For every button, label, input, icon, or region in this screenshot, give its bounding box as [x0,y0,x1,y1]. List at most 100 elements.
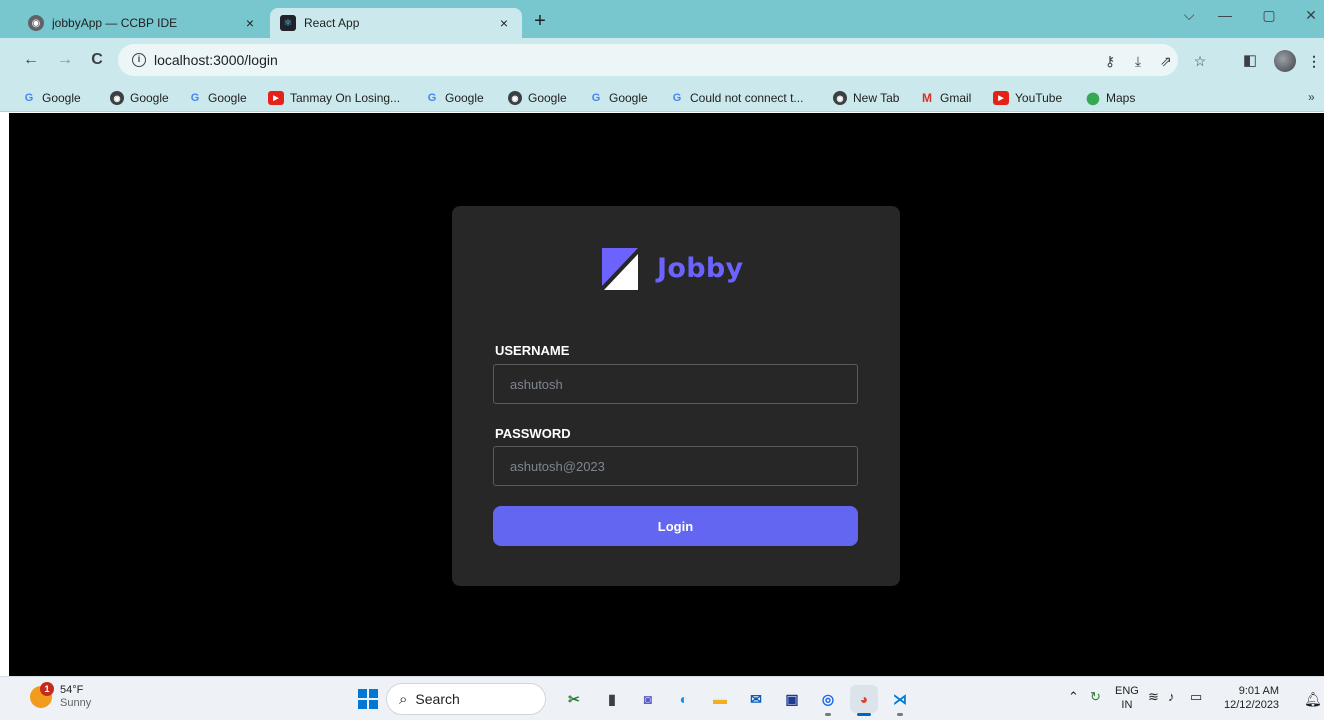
bookmark-google[interactable]: ◉ Google [508,89,567,107]
close-window-button[interactable]: ✕ [1298,7,1324,29]
bookmark-google[interactable]: G Google [22,89,81,107]
vscode-icon[interactable]: ⋊ [886,685,914,716]
bookmark-tanmay[interactable]: ▶ Tanmay On Losing... [268,89,400,107]
bookmark-label: Gmail [940,91,972,105]
bookmark-label: Google [528,91,567,105]
sun-icon: 1 [30,682,54,708]
username-input[interactable] [493,364,858,404]
notification-bell-icon[interactable]: 🔔︎ [1304,691,1322,708]
bookmark-gmail[interactable]: M Gmail [920,89,971,107]
install-app-icon[interactable]: ⤓ [1128,51,1148,71]
bookmarks-bar: G Google ◉ Google G Google ▶ Tanmay On Losin… [0,84,1324,112]
task-view-icon[interactable]: ▮ [598,685,626,713]
language-indicator[interactable]: ENG IN [1115,684,1139,712]
restore-button[interactable]: ▢ [1256,7,1282,29]
site-info-icon[interactable]: i [132,53,146,67]
side-panel-icon[interactable]: ◧ [1240,51,1260,71]
reload-icon[interactable]: C [86,49,108,71]
share-icon[interactable]: ⇗ [1156,51,1176,71]
react-icon: ⚛ [280,15,296,31]
sync-icon[interactable]: ↻ [1090,689,1101,705]
globe-icon: ◉ [110,91,124,105]
login-button[interactable]: Login [493,506,858,546]
show-hidden-icons-chevron-icon[interactable]: ⌃ [1068,689,1079,705]
language-code: ENG [1115,685,1139,697]
google-icon: G [24,92,34,104]
profile-avatar[interactable] [1274,50,1296,72]
globe-icon: ◉ [833,91,847,105]
kebab-menu-icon[interactable]: ⋮ [1304,51,1324,71]
search-label: Search [415,691,460,707]
clock-time: 9:01 AM [1238,685,1280,697]
taskbar-search[interactable]: ⌕ Search [386,683,546,715]
bookmark-could-not-connect[interactable]: G Could not connect t... [670,89,804,107]
username-label: USERNAME [495,343,570,358]
bookmark-label: Tanmay On Losing... [290,91,401,105]
bookmark-label: Maps [1106,91,1136,105]
weather-widget[interactable]: 1 54°F Sunny [30,682,92,710]
mail-icon[interactable]: ✉ [742,685,770,713]
bookmark-google[interactable]: G Google [425,89,484,107]
teams-chat-icon[interactable]: ◙ [634,685,662,713]
notification-badge: 1 [40,682,54,696]
globe-icon: ◉ [508,91,522,105]
battery-icon[interactable]: ▭ [1190,689,1202,705]
bookmark-label: New Tab [853,91,900,105]
jobby-logo-icon [602,248,638,290]
chrome-icon[interactable]: ◕ [850,685,878,716]
bookmark-new-tab[interactable]: ◉ New Tab [833,89,899,107]
clock-date: 12/12/2023 [1224,699,1280,711]
google-icon: G [427,92,437,104]
system-clock[interactable]: 9:01 AM 12/12/2023 [1224,684,1279,712]
globe-icon: ◉ [28,15,44,31]
tab-close-button[interactable]: × [242,15,258,31]
wifi-icon[interactable]: ≋ [1148,689,1159,705]
forward-arrow-icon[interactable]: → [54,49,76,71]
tab-close-button[interactable]: × [496,15,512,31]
snipping-tool-icon[interactable]: ✂ [560,685,588,713]
gmail-icon: M [922,91,932,105]
docker-icon[interactable]: ◎ [814,685,842,716]
tab-title: jobbyApp — CCBP IDE [52,16,178,30]
bookmark-star-icon[interactable]: ☆ [1190,51,1210,71]
windows-taskbar: 1 54°F Sunny ⌕ Search ✂ ▮ ◙ ◐ ▬ ✉ ▣ ◎ ◕ … [0,676,1324,720]
edge-browser-icon[interactable]: ◐ [670,685,698,713]
more-bookmarks-button[interactable]: » [1308,90,1315,104]
weather-condition: Sunny [60,697,92,709]
bookmark-google[interactable]: G Google [589,89,648,107]
search-icon: ⌕ [399,690,408,708]
youtube-icon: ▶ [993,91,1009,105]
youtube-icon: ▶ [268,91,284,105]
bookmark-label: YouTube [1015,91,1063,105]
new-tab-button[interactable]: + [530,11,550,32]
address-bar[interactable]: i [118,44,1178,76]
tab-jobbyapp-ide[interactable]: ◉ jobbyApp — CCBP IDE × [18,8,268,38]
password-key-icon[interactable]: ⚷ [1100,51,1120,71]
bookmark-label: Google [130,91,169,105]
maps-pin-icon: ⬤ [1086,91,1100,105]
browser-tab-strip: ◉ jobbyApp — CCBP IDE × ⚛ React App × + … [0,0,1324,38]
bookmark-youtube[interactable]: ▶ YouTube [993,89,1062,107]
volume-icon[interactable]: ♪ [1168,689,1175,704]
google-icon: G [591,92,601,104]
bookmark-label: Google [609,91,648,105]
region-code: IN [1121,699,1133,711]
tab-react-app[interactable]: ⚛ React App × [270,8,522,38]
password-input[interactable] [493,446,858,486]
bookmark-google[interactable]: G Google [188,89,247,107]
password-label: PASSWORD [495,426,571,441]
minimize-button[interactable]: — [1212,7,1238,29]
url-input[interactable] [154,52,754,68]
windows-start-icon[interactable] [358,689,378,709]
back-arrow-icon[interactable]: ← [20,49,42,71]
file-explorer-icon[interactable]: ▬ [706,685,734,713]
tab-search-button[interactable]: ⌵ [1176,7,1202,29]
microsoft-store-icon[interactable]: ▣ [778,685,806,713]
bookmark-label: Google [208,91,247,105]
page-viewport: Jobby USERNAME PASSWORD Login [9,113,1324,676]
bookmark-maps[interactable]: ⬤ Maps [1086,89,1135,107]
brand-name: Jobby [657,253,744,284]
bookmark-label: Could not connect t... [690,91,804,105]
google-icon: G [672,92,682,104]
bookmark-google[interactable]: ◉ Google [110,89,169,107]
